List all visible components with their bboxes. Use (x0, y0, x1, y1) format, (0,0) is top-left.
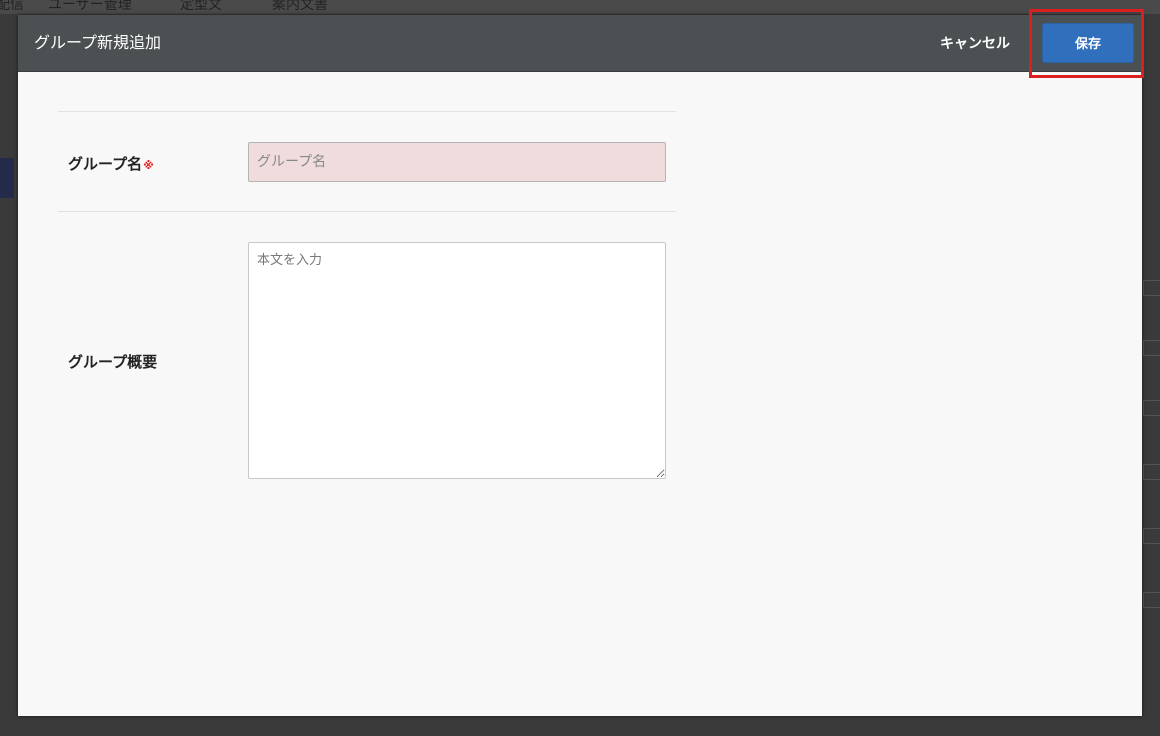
group-name-label-text: グループ名 (68, 155, 143, 173)
group-name-label: グループ名※ (68, 153, 154, 174)
group-name-input[interactable] (248, 142, 666, 182)
background-row-icon (1143, 464, 1160, 480)
background-row-icon (1143, 340, 1160, 356)
background-row-icon (1143, 400, 1160, 416)
background-row-icon (1143, 280, 1160, 296)
form-divider (58, 111, 676, 112)
background-row-icon (1143, 592, 1160, 608)
background-nav-item: 配信 (0, 0, 24, 13)
modal-header: グループ新規追加 キャンセル 保存 (18, 15, 1142, 72)
background-side-chip (0, 158, 14, 198)
background-nav-item: 定型文 (180, 0, 222, 13)
group-description-textarea[interactable] (248, 242, 666, 479)
background-nav-item: ユーザー管理 (48, 0, 132, 13)
background-nav: 配信 ユーザー管理 定型文 案内文書 (0, 0, 1160, 14)
add-group-modal: グループ新規追加 キャンセル 保存 グループ名※ グループ概要 (18, 15, 1142, 716)
cancel-button[interactable]: キャンセル (932, 27, 1018, 59)
form-divider (58, 211, 676, 212)
group-description-label: グループ概要 (68, 353, 158, 371)
modal-title: グループ新規追加 (34, 33, 162, 52)
required-mark: ※ (143, 159, 154, 172)
background-row-icon (1143, 528, 1160, 544)
background-nav-item: 案内文書 (272, 0, 328, 13)
save-button[interactable]: 保存 (1042, 23, 1134, 63)
